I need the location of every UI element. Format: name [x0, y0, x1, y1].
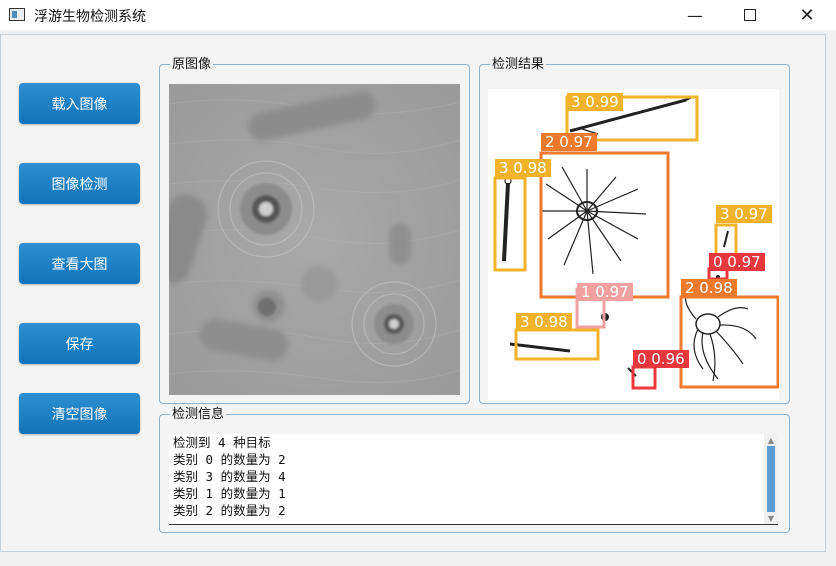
detection-label: 3 0.98 — [495, 159, 551, 177]
minimize-button[interactable]: — — [672, 0, 718, 30]
detection-result-title: 检测结果 — [490, 57, 547, 73]
original-image — [169, 84, 460, 395]
detection-label: 3 0.98 — [516, 313, 572, 331]
detection-info-textarea[interactable]: 检测到 4 种目标 类别 0 的数量为 2 类别 3 的数量为 4 类别 1 的… — [169, 434, 778, 525]
detection-result-image: 3 0.99 2 0.97 3 0.98 3 0.97 0 0.97 2 0.9… — [488, 89, 779, 400]
info-line: 类别 0 的数量为 2 — [173, 452, 286, 467]
app-icon — [9, 8, 25, 21]
original-image-title: 原图像 — [170, 57, 214, 73]
detection-label: 3 0.97 — [716, 205, 772, 223]
detect-image-button[interactable]: 图像检测 — [19, 163, 140, 204]
info-line: 类别 3 的数量为 4 — [173, 469, 286, 484]
detection-info-panel: 检测信息 检测到 4 种目标 类别 0 的数量为 2 类别 3 的数量为 4 类… — [159, 407, 790, 533]
minimize-icon: — — [687, 5, 703, 25]
detection-label: 0 0.97 — [709, 253, 765, 271]
detection-label: 3 0.99 — [567, 93, 623, 111]
view-large-button[interactable]: 查看大图 — [19, 243, 140, 284]
load-image-button[interactable]: 载入图像 — [19, 83, 140, 124]
save-button[interactable]: 保存 — [19, 323, 140, 364]
clear-image-button[interactable]: 清空图像 — [19, 393, 140, 434]
detection-info-title: 检测信息 — [170, 407, 227, 423]
info-line: 类别 1 的数量为 1 — [173, 486, 286, 501]
detection-label: 2 0.98 — [681, 279, 737, 297]
maximize-icon — [744, 9, 756, 21]
detection-result-panel: 检测结果 3 0.99 2 0.97 3 0.98 3 0.97 0 0.97 … — [479, 57, 790, 404]
original-image-panel: 原图像 — [159, 57, 470, 404]
info-line: 检测到 4 种目标 — [173, 435, 271, 450]
window-title: 浮游生物检测系统 — [34, 9, 146, 25]
title-bar: 浮游生物检测系统 — ✕ — [0, 0, 836, 30]
close-icon: ✕ — [799, 4, 815, 26]
close-button[interactable]: ✕ — [784, 0, 830, 30]
detection-label: 1 0.97 — [577, 283, 633, 301]
info-line: 类别 2 的数量为 2 — [173, 503, 286, 518]
scroll-thumb[interactable] — [767, 446, 775, 512]
vertical-scrollbar[interactable]: ▲ ▼ — [764, 434, 778, 524]
maximize-button[interactable] — [727, 0, 773, 30]
scroll-up-icon[interactable]: ▲ — [764, 434, 778, 446]
scroll-down-icon[interactable]: ▼ — [764, 512, 778, 524]
detection-label: 0 0.96 — [633, 350, 689, 368]
detection-label: 2 0.97 — [541, 133, 597, 151]
